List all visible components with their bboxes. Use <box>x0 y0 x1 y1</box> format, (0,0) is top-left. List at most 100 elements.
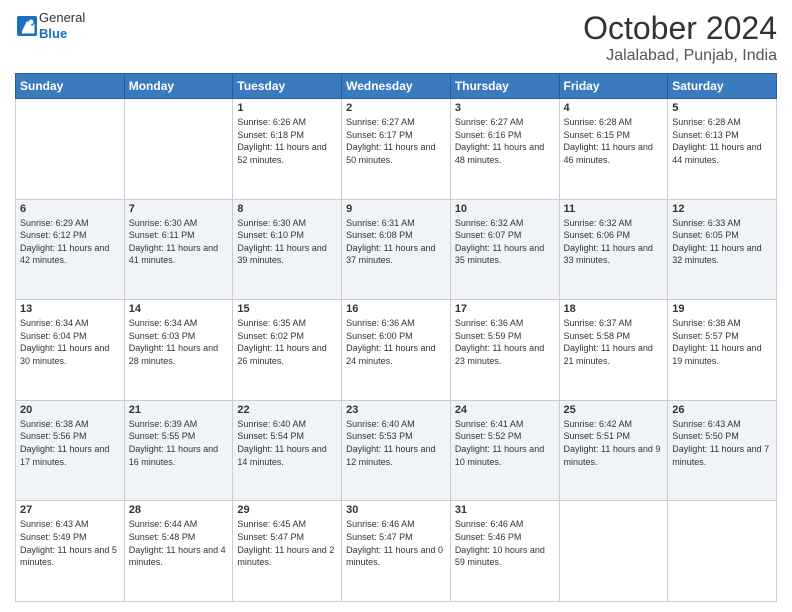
day-info: Sunrise: 6:27 AMSunset: 6:16 PMDaylight:… <box>455 116 555 166</box>
calendar-cell: 19 Sunrise: 6:38 AMSunset: 5:57 PMDayligh… <box>668 300 777 401</box>
day-number: 10 <box>455 203 555 215</box>
calendar-cell <box>668 501 777 602</box>
day-number: 17 <box>455 303 555 315</box>
day-info: Sunrise: 6:36 AMSunset: 6:00 PMDaylight:… <box>346 317 446 367</box>
calendar-cell: 6Sunrise: 6:29 AMSunset: 6:12 PMDaylight… <box>16 199 125 300</box>
day-number: 30 <box>346 504 446 516</box>
calendar-cell <box>124 99 233 200</box>
page: General Blue October 2024 Jalalabad, Pun… <box>0 0 792 612</box>
column-header-saturday: Saturday <box>668 74 777 99</box>
calendar-cell: 21 Sunrise: 6:39 AMSunset: 5:55 PMDayligh… <box>124 400 233 501</box>
calendar-cell: 23 Sunrise: 6:40 AMSunset: 5:53 PMDayligh… <box>342 400 451 501</box>
calendar-cell <box>559 501 668 602</box>
day-number: 7 <box>129 203 229 215</box>
calendar-week-row: 6Sunrise: 6:29 AMSunset: 6:12 PMDaylight… <box>16 199 777 300</box>
day-info: Sunrise: 6:40 AMSunset: 5:53 PMDaylight:… <box>346 418 446 468</box>
day-number: 13 <box>20 303 120 315</box>
calendar-subtitle: Jalalabad, Punjab, India <box>583 47 777 65</box>
calendar-week-row: 27 Sunrise: 6:43 AMSunset: 5:49 PMDayligh… <box>16 501 777 602</box>
column-header-monday: Monday <box>124 74 233 99</box>
day-number: 24 <box>455 404 555 416</box>
day-number: 1 <box>237 102 337 114</box>
calendar-cell: 28 Sunrise: 6:44 AMSunset: 5:48 PMDayligh… <box>124 501 233 602</box>
day-info: Sunrise: 6:42 AMSunset: 5:51 PMDaylight:… <box>564 418 664 468</box>
calendar-cell: 29Sunrise: 6:45 AMSunset: 5:47 PMDayligh… <box>233 501 342 602</box>
calendar-cell: 30 Sunrise: 6:46 AMSunset: 5:47 PMDayligh… <box>342 501 451 602</box>
day-info: Sunrise: 6:37 AMSunset: 5:58 PMDaylight:… <box>564 317 664 367</box>
calendar-cell: 2Sunrise: 6:27 AMSunset: 6:17 PMDaylight… <box>342 99 451 200</box>
column-header-thursday: Thursday <box>450 74 559 99</box>
day-number: 8 <box>237 203 337 215</box>
day-number: 22 <box>237 404 337 416</box>
calendar-cell: 15 Sunrise: 6:35 AMSunset: 6:02 PMDayligh… <box>233 300 342 401</box>
day-info: Sunrise: 6:39 AMSunset: 5:55 PMDaylight:… <box>129 418 229 468</box>
day-number: 19 <box>672 303 772 315</box>
calendar-week-row: 13 Sunrise: 6:34 AMSunset: 6:04 PMDayligh… <box>16 300 777 401</box>
calendar-cell <box>16 99 125 200</box>
day-info: Sunrise: 6:28 AMSunset: 6:13 PMDaylight:… <box>672 116 772 166</box>
calendar-cell: 7 Sunrise: 6:30 AMSunset: 6:11 PMDaylight… <box>124 199 233 300</box>
calendar-cell: 20Sunrise: 6:38 AMSunset: 5:56 PMDayligh… <box>16 400 125 501</box>
day-info: Sunrise: 6:46 AMSunset: 5:47 PMDaylight:… <box>346 518 446 568</box>
calendar-table: SundayMondayTuesdayWednesdayThursdayFrid… <box>15 73 777 602</box>
day-info: Sunrise: 6:36 AMSunset: 5:59 PMDaylight:… <box>455 317 555 367</box>
day-info: Sunrise: 6:32 AMSunset: 6:07 PMDaylight:… <box>455 217 555 267</box>
day-number: 23 <box>346 404 446 416</box>
day-number: 29 <box>237 504 337 516</box>
column-header-wednesday: Wednesday <box>342 74 451 99</box>
day-number: 21 <box>129 404 229 416</box>
day-info: Sunrise: 6:28 AMSunset: 6:15 PMDaylight:… <box>564 116 664 166</box>
calendar-cell: 4 Sunrise: 6:28 AMSunset: 6:15 PMDaylight… <box>559 99 668 200</box>
day-number: 28 <box>129 504 229 516</box>
calendar-cell: 11Sunrise: 6:32 AMSunset: 6:06 PMDayligh… <box>559 199 668 300</box>
calendar-week-row: 1Sunrise: 6:26 AMSunset: 6:18 PMDaylight… <box>16 99 777 200</box>
day-number: 12 <box>672 203 772 215</box>
calendar-week-row: 20Sunrise: 6:38 AMSunset: 5:56 PMDayligh… <box>16 400 777 501</box>
day-number: 25 <box>564 404 664 416</box>
day-number: 5 <box>672 102 772 114</box>
day-number: 27 <box>20 504 120 516</box>
day-info: Sunrise: 6:38 AMSunset: 5:57 PMDaylight:… <box>672 317 772 367</box>
calendar-cell: 5 Sunrise: 6:28 AMSunset: 6:13 PMDaylight… <box>668 99 777 200</box>
day-number: 18 <box>564 303 664 315</box>
logo-icon <box>17 16 37 36</box>
day-number: 11 <box>564 203 664 215</box>
day-info: Sunrise: 6:44 AMSunset: 5:48 PMDaylight:… <box>129 518 229 568</box>
calendar-cell: 8 Sunrise: 6:30 AMSunset: 6:10 PMDaylight… <box>233 199 342 300</box>
column-header-friday: Friday <box>559 74 668 99</box>
calendar-cell: 18 Sunrise: 6:37 AMSunset: 5:58 PMDayligh… <box>559 300 668 401</box>
column-header-sunday: Sunday <box>16 74 125 99</box>
day-number: 15 <box>237 303 337 315</box>
day-info: Sunrise: 6:43 AMSunset: 5:49 PMDaylight:… <box>20 518 120 568</box>
calendar-cell: 12 Sunrise: 6:33 AMSunset: 6:05 PMDayligh… <box>668 199 777 300</box>
day-info: Sunrise: 6:34 AMSunset: 6:04 PMDaylight:… <box>20 317 120 367</box>
calendar-cell: 17 Sunrise: 6:36 AMSunset: 5:59 PMDayligh… <box>450 300 559 401</box>
day-info: Sunrise: 6:46 AMSunset: 5:46 PMDaylight:… <box>455 518 555 568</box>
calendar-cell: 27 Sunrise: 6:43 AMSunset: 5:49 PMDayligh… <box>16 501 125 602</box>
day-info: Sunrise: 6:33 AMSunset: 6:05 PMDaylight:… <box>672 217 772 267</box>
day-number: 20 <box>20 404 120 416</box>
day-number: 9 <box>346 203 446 215</box>
day-number: 6 <box>20 203 120 215</box>
day-info: Sunrise: 6:30 AMSunset: 6:10 PMDaylight:… <box>237 217 337 267</box>
logo-text: General Blue <box>39 10 85 41</box>
calendar-cell: 24Sunrise: 6:41 AMSunset: 5:52 PMDayligh… <box>450 400 559 501</box>
calendar-cell: 22 Sunrise: 6:40 AMSunset: 5:54 PMDayligh… <box>233 400 342 501</box>
calendar-cell: 14Sunrise: 6:34 AMSunset: 6:03 PMDayligh… <box>124 300 233 401</box>
title-block: October 2024 Jalalabad, Punjab, India <box>583 10 777 65</box>
day-info: Sunrise: 6:27 AMSunset: 6:17 PMDaylight:… <box>346 116 446 166</box>
day-info: Sunrise: 6:35 AMSunset: 6:02 PMDaylight:… <box>237 317 337 367</box>
logo-general: General <box>39 10 85 26</box>
day-info: Sunrise: 6:40 AMSunset: 5:54 PMDaylight:… <box>237 418 337 468</box>
calendar-cell: 16Sunrise: 6:36 AMSunset: 6:00 PMDayligh… <box>342 300 451 401</box>
day-number: 26 <box>672 404 772 416</box>
day-info: Sunrise: 6:31 AMSunset: 6:08 PMDaylight:… <box>346 217 446 267</box>
logo: General Blue <box>15 10 85 41</box>
day-info: Sunrise: 6:30 AMSunset: 6:11 PMDaylight:… <box>129 217 229 267</box>
day-number: 4 <box>564 102 664 114</box>
calendar-cell: 31Sunrise: 6:46 AMSunset: 5:46 PMDayligh… <box>450 501 559 602</box>
logo-blue: Blue <box>39 26 85 42</box>
day-number: 14 <box>129 303 229 315</box>
day-info: Sunrise: 6:43 AMSunset: 5:50 PMDaylight:… <box>672 418 772 468</box>
calendar-cell: 13 Sunrise: 6:34 AMSunset: 6:04 PMDayligh… <box>16 300 125 401</box>
